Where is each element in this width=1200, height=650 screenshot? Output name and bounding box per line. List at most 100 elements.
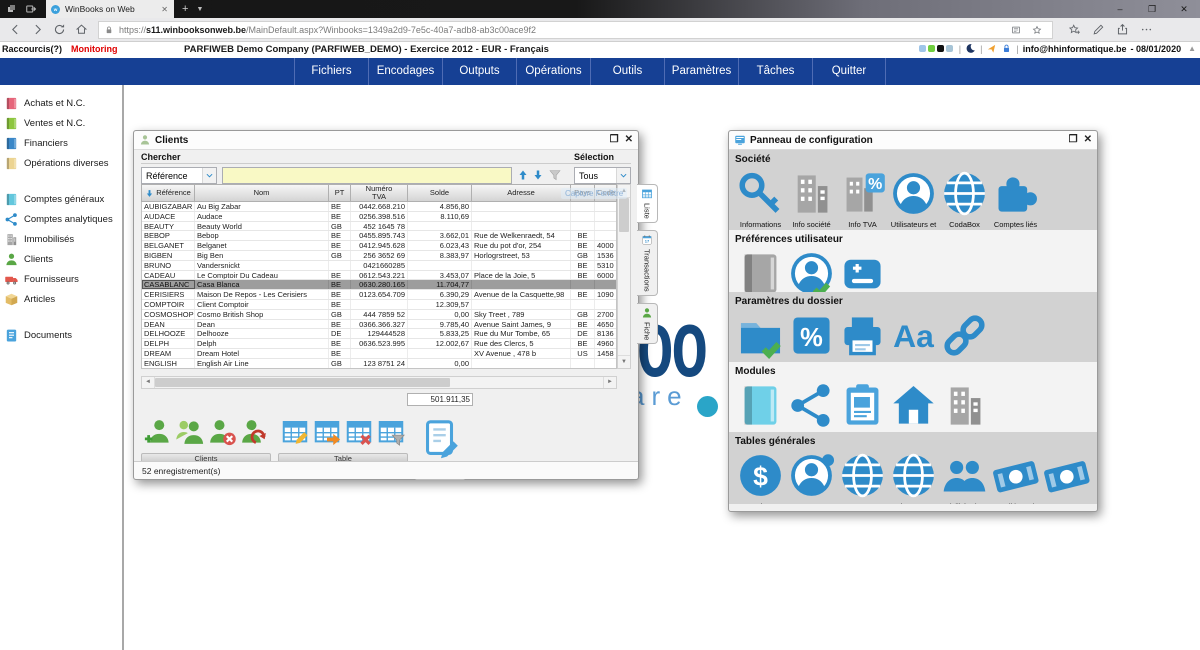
config-item-civilites-des-tiers[interactable]: Civilités des tiers: [939, 450, 990, 504]
config-item-winbooks-id[interactable]: WinBooks ID: [939, 310, 990, 362]
config-item-utilisateurs-et-dossiers[interactable]: Utilisateurs et dossiers: [888, 168, 939, 230]
button-ajouter[interactable]: Ajouter: [143, 412, 173, 452]
config-item-codes-postaux[interactable]: Codes postaux: [888, 450, 939, 504]
send-to-device-icon[interactable]: [24, 3, 38, 15]
url-bar[interactable]: https://s11.winbooksonweb.be/MainDefault…: [98, 21, 1053, 39]
reading-view-icon[interactable]: [1011, 25, 1021, 35]
table-row[interactable]: COMPTOIRClient ComptoirBE12.309,57: [142, 300, 616, 310]
table-row[interactable]: AUBIGZABARAu Big ZabarBE0442.668.2104.85…: [142, 202, 616, 212]
menu-item-parametres[interactable]: Paramètres: [664, 58, 738, 85]
contact-email[interactable]: info@hhinformatique.be: [1023, 44, 1127, 54]
table-row[interactable]: BRUNOVandersnickt0421660285BE5310: [142, 261, 616, 271]
close-window-icon[interactable]: ✕: [1084, 131, 1092, 149]
config-item-comptabilite-analytique[interactable]: Comptabilité analytique: [786, 380, 837, 432]
search-down-icon[interactable]: [532, 169, 544, 181]
config-item-options-d-impression[interactable]: Options d'impression: [837, 310, 888, 362]
table-row[interactable]: CADEAULe Comptoir Du CadeauBE0612.543.22…: [142, 271, 616, 281]
menu-item-quitter[interactable]: Quitter: [812, 58, 886, 85]
sidebar-item-comptes-analytiques[interactable]: Comptes analytiques: [0, 209, 120, 229]
home-icon[interactable]: [75, 23, 88, 36]
column-header-reference[interactable]: Référence: [142, 185, 195, 201]
table-row[interactable]: DREAMDream HotelBEXV Avenue , 478 bUS145…: [142, 349, 616, 359]
config-item-codes-tva[interactable]: %Codes TVA: [786, 310, 837, 362]
config-item-touches-de-raccourcis[interactable]: Touches de raccourcis: [837, 248, 888, 292]
config-item-facturation[interactable]: Facturation: [837, 380, 888, 432]
menu-item-operations[interactable]: Opérations: [516, 58, 590, 85]
button-annuler[interactable]: Annuler: [239, 412, 269, 452]
table-row[interactable]: CERISIERSMaison De Repos - Les Cerisiers…: [142, 290, 616, 300]
config-item-conditions-de-paiement[interactable]: Conditions de paiement: [990, 450, 1041, 504]
table-row[interactable]: DELHOOZEDelhoozeDE1294445285.833,25Rue d…: [142, 329, 616, 339]
table-row[interactable]: BEAUTYBeauty WorldGB452 1645 78: [142, 222, 616, 232]
config-item-divers[interactable]: Divers: [786, 248, 837, 292]
scroll-left-icon[interactable]: ◄: [142, 377, 155, 388]
side-tab-liste[interactable]: Liste: [637, 184, 658, 223]
back-icon[interactable]: [9, 23, 22, 36]
close-button[interactable]: ✕: [1168, 0, 1200, 18]
table-row[interactable]: BIGBENBig BenGB256 3652 698.383,97Horlog…: [142, 251, 616, 261]
config-item-comptes-lies[interactable]: Comptes liés: [990, 168, 1041, 230]
button-supprimer[interactable]: Supprimer: [207, 412, 237, 452]
filter-funnel-icon[interactable]: [548, 168, 562, 182]
pointer-icon[interactable]: [986, 43, 997, 54]
sidebar-item-immobilises[interactable]: Immobilisés: [0, 229, 120, 249]
config-item-codabox-access[interactable]: CodaBox Access: [939, 168, 990, 230]
config-item-comptabilite-generale[interactable]: Comptabilité générale: [735, 380, 786, 432]
side-tab-fiche[interactable]: Fiche: [637, 303, 658, 344]
sidebar-item-comptes-generaux[interactable]: Comptes généraux: [0, 189, 120, 209]
refresh-icon[interactable]: [53, 23, 66, 36]
config-item-info-tva[interactable]: %Info TVA: [837, 168, 888, 230]
restore-button[interactable]: ❐: [1136, 0, 1168, 18]
table-row[interactable]: BEBOPBebopBE0455.895.7433.662,01Rue de W…: [142, 231, 616, 241]
button-piece-jointe[interactable]: Pièce jointe: [417, 412, 463, 468]
column-header-solde[interactable]: Solde: [408, 185, 472, 201]
notes-pen-icon[interactable]: [1092, 23, 1105, 36]
sidebar-item-achats-et-n-c[interactable]: Achats et N.C.: [0, 93, 120, 113]
config-window-titlebar[interactable]: Panneau de configuration ❐✕: [729, 131, 1097, 150]
new-tab-button[interactable]: +: [182, 3, 188, 15]
menu-item-outils[interactable]: Outils: [590, 58, 664, 85]
sidebar-item-fournisseurs[interactable]: Fournisseurs: [0, 269, 120, 289]
button-adapter[interactable]: Adapter: [344, 412, 374, 452]
forward-icon[interactable]: [31, 23, 44, 36]
scroll-down-icon[interactable]: ▼: [618, 355, 630, 368]
button-modifier[interactable]: Modifier: [280, 412, 310, 452]
browser-tab[interactable]: w WinBooks on Web ✕: [46, 0, 174, 18]
sidebar-item-ventes-et-n-c[interactable]: Ventes et N.C.: [0, 113, 120, 133]
config-item-encodages[interactable]: Encodages: [735, 248, 786, 292]
button-exporter[interactable]: Exporter: [312, 412, 342, 452]
maximize-window-icon[interactable]: ❐: [1069, 131, 1078, 149]
scrollbar-thumb[interactable]: [619, 198, 629, 232]
config-item-langues[interactable]: Langues: [786, 450, 837, 504]
menu-item-encodages[interactable]: Encodages: [368, 58, 442, 85]
sidebar-item-documents[interactable]: Documents: [0, 325, 120, 345]
config-item-informations-sur-la-licence[interactable]: Informations sur la licence: [735, 168, 786, 230]
vertical-scrollbar[interactable]: ▲ ▼: [617, 184, 631, 369]
search-field-select[interactable]: Référence: [141, 167, 217, 184]
share-icon[interactable]: [1116, 23, 1129, 36]
moon-icon[interactable]: [965, 43, 976, 54]
more-options-icon[interactable]: [1140, 23, 1153, 36]
maximize-window-icon[interactable]: ❐: [610, 131, 619, 149]
menu-item-outputs[interactable]: Outputs: [442, 58, 516, 85]
config-item-format[interactable]: AaFormat: [888, 310, 939, 362]
collapse-chevron-icon[interactable]: ▲: [1188, 44, 1196, 53]
config-item-pays[interactable]: Pays: [837, 450, 888, 504]
sidebar-item-clients[interactable]: Clients: [0, 249, 120, 269]
search-input[interactable]: [222, 167, 512, 184]
column-header-pt[interactable]: PT: [329, 185, 351, 201]
menu-item-fichiers[interactable]: Fichiers: [294, 58, 368, 85]
sidebar-item-operations-diverses[interactable]: Opérations diverses: [0, 153, 120, 173]
session-lock-icon[interactable]: [1001, 43, 1012, 54]
button-filtrer[interactable]: Filtrer: [376, 412, 406, 452]
clients-window-titlebar[interactable]: Clients ❐✕: [134, 131, 638, 150]
config-item-devises[interactable]: $Devises: [735, 450, 786, 504]
table-row[interactable]: BELGANETBelganetBE0412.945.6286.023,43Ru…: [142, 241, 616, 251]
minimize-button[interactable]: –: [1104, 0, 1136, 18]
config-item-options-du-dossier[interactable]: Options du dossier: [735, 310, 786, 362]
monitoring-link[interactable]: Monitoring: [71, 44, 118, 54]
button-copier[interactable]: Copier: [175, 412, 205, 452]
horizontal-scrollbar[interactable]: ◄ ►: [141, 376, 617, 389]
table-row[interactable]: COSMOSHOPCosmo British ShopGB444 7859 52…: [142, 310, 616, 320]
table-row[interactable]: DEANDeanBE0366.366.3279.785,40Avenue Sai…: [142, 320, 616, 330]
